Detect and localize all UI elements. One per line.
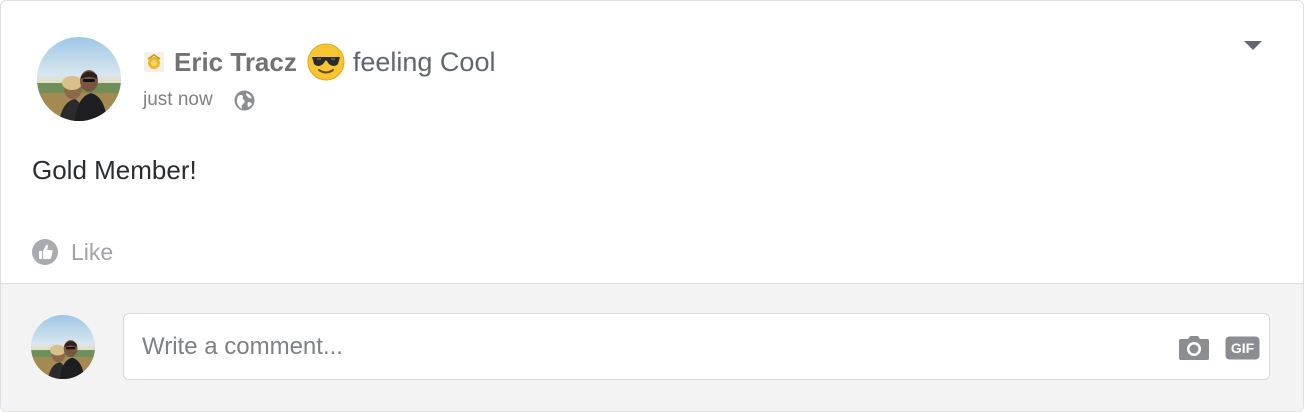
post-meta: just now [143,87,255,113]
gold-badge-icon [143,51,165,73]
commenter-avatar[interactable] [31,315,95,379]
gif-label: GIF [1231,340,1255,356]
post-header: Eric Tracz feeling Cool [143,41,495,83]
feeling-text: feeling Cool [352,46,496,77]
author-avatar[interactable] [37,37,121,121]
sunglasses-emoji-icon [307,43,345,81]
comment-input[interactable] [142,314,1162,379]
post-options-chevron-icon[interactable] [1241,37,1265,53]
gif-button[interactable]: GIF [1225,336,1260,360]
post-body: Gold Member! [32,155,197,185]
comment-box: GIF [123,313,1270,380]
author-name[interactable]: Eric Tracz [174,47,297,78]
post-card: Eric Tracz feeling Cool just now Gold Me… [0,0,1304,412]
camera-icon[interactable] [1178,335,1210,361]
globe-icon[interactable] [234,90,255,111]
thumbs-up-icon [31,238,59,266]
like-button[interactable]: Like [31,237,113,267]
post-timestamp[interactable]: just now [143,89,213,111]
like-label: Like [71,238,114,265]
